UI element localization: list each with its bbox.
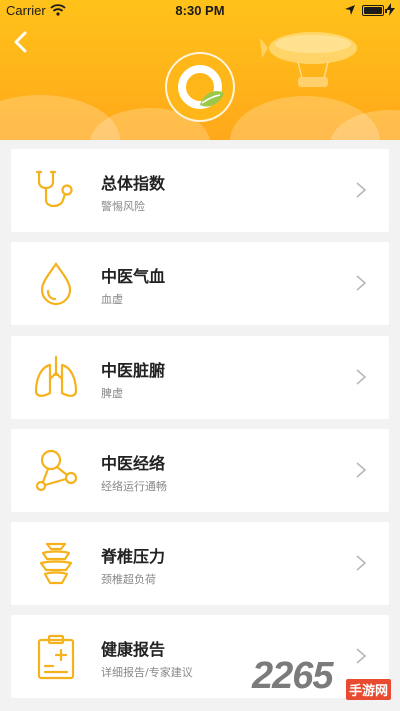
item-title: 中医气血 (101, 267, 166, 286)
item-title: 中医脏腑 (101, 361, 166, 380)
spine-icon (39, 542, 73, 585)
list-item-overall-index[interactable]: 总体指数 警惕风险 (11, 149, 389, 232)
stethoscope-icon (35, 170, 73, 208)
item-title: 健康报告 (101, 640, 166, 659)
blood-drop-icon (40, 262, 72, 306)
list-item-qi-blood[interactable]: 中医气血 血虚 (11, 242, 389, 325)
chevron-left-icon (14, 31, 27, 53)
watermark-site: 手游网 (346, 679, 392, 700)
item-subtitle: 颈椎超负荷 (101, 573, 156, 586)
item-subtitle: 详细报告/专家建议 (101, 666, 193, 679)
back-button[interactable] (8, 28, 36, 56)
chevron-right-icon (356, 555, 367, 571)
clock: 8:30 PM (175, 3, 225, 18)
lungs-icon (34, 355, 78, 397)
list-item-meridians[interactable]: 中医经络 经络运行通畅 (11, 429, 389, 512)
item-subtitle: 血虚 (101, 293, 123, 306)
item-subtitle: 经络运行通畅 (101, 480, 167, 493)
chevron-right-icon (356, 462, 367, 478)
battery-icon (362, 5, 387, 16)
meridian-nodes-icon (35, 449, 78, 492)
report-clipboard-icon (37, 634, 75, 680)
list-item-spine-pressure[interactable]: 脊椎压力 颈椎超负荷 (11, 522, 389, 605)
item-subtitle: 警惕风险 (101, 200, 145, 213)
item-title: 中医经络 (101, 454, 166, 473)
tcm-leaf-logo-icon (178, 65, 224, 109)
item-title: 脊椎压力 (101, 547, 166, 566)
status-bar: Carrier 8:30 PM (0, 0, 400, 22)
charging-bolt-icon (386, 3, 395, 16)
airship-icon (260, 32, 357, 87)
app-logo (165, 52, 235, 122)
chevron-right-icon (356, 369, 367, 385)
location-arrow-icon (345, 5, 355, 15)
site-watermark: 2265 手游网 (252, 655, 400, 711)
item-subtitle: 脾虚 (101, 387, 123, 400)
list-item-organs[interactable]: 中医脏腑 脾虚 (11, 336, 389, 419)
watermark-number: 2265 (252, 655, 334, 697)
item-title: 总体指数 (101, 174, 166, 193)
chevron-right-icon (356, 275, 367, 291)
chevron-right-icon (356, 182, 367, 198)
